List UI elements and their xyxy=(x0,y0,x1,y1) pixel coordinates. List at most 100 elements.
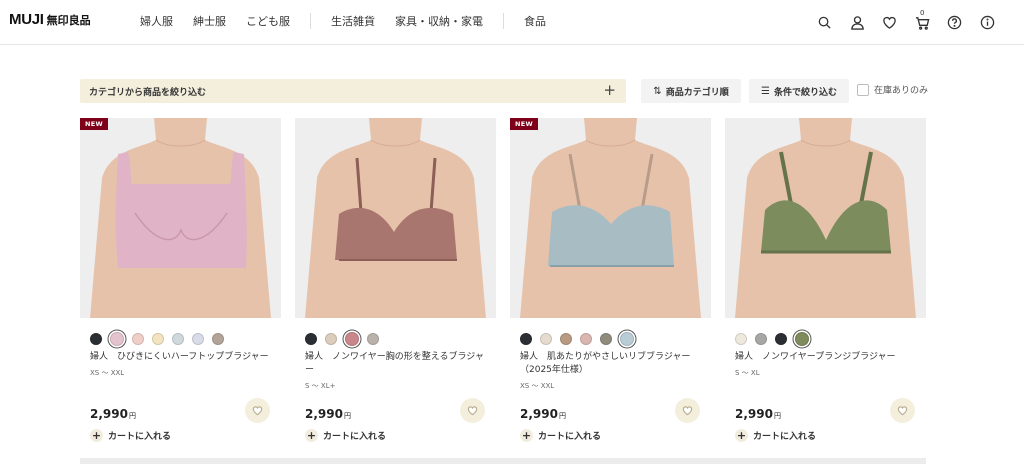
new-badge: NEW xyxy=(80,118,108,130)
color-swatch[interactable] xyxy=(325,333,337,345)
nav-item-food[interactable]: 食品 xyxy=(524,13,546,29)
color-swatch[interactable] xyxy=(735,333,747,345)
color-swatch[interactable] xyxy=(775,333,787,345)
in-stock-label: 在庫ありのみ xyxy=(874,86,929,96)
product-name[interactable]: 婦人 ノンワイヤープランジブラジャー xyxy=(735,351,917,364)
nav-item-household[interactable]: 生活雑貨 xyxy=(331,13,375,29)
next-row-edge xyxy=(80,458,926,464)
favorite-heart-icon[interactable] xyxy=(460,398,485,423)
sort-button[interactable]: ⇅ 商品カテゴリ順 xyxy=(641,79,741,103)
product-name[interactable]: 婦人 肌あたりがやさしいリブブラジャー（2025年仕様） xyxy=(520,351,702,377)
plus-icon: + xyxy=(520,429,533,442)
add-to-cart-label: カートに入れる xyxy=(323,432,387,442)
color-swatch[interactable] xyxy=(305,333,317,345)
price-yen: 円 xyxy=(343,412,351,420)
favorite-heart-icon[interactable] xyxy=(890,398,915,423)
product-card[interactable]: 婦人 ノンワイヤー胸の形を整えるブラジャー S 〜 XL+ 2,990円 + カー… xyxy=(295,118,496,464)
color-swatch[interactable] xyxy=(540,333,552,345)
product-card[interactable]: 婦人 ノンワイヤープランジブラジャー S 〜 XL 2,990円 + カートに入れ… xyxy=(725,118,926,464)
favorite-heart-icon[interactable] xyxy=(880,12,900,32)
favorite-heart-icon[interactable] xyxy=(245,398,270,423)
add-to-cart-label: カートに入れる xyxy=(108,432,172,442)
plus-icon: + xyxy=(90,429,103,442)
product-name[interactable]: 婦人 ノンワイヤー胸の形を整えるブラジャー xyxy=(305,351,487,377)
product-image[interactable] xyxy=(725,118,926,318)
nav-divider xyxy=(503,13,504,29)
product-image[interactable] xyxy=(80,118,281,318)
category-filter-bar[interactable]: カテゴリから商品を絞り込む + xyxy=(80,79,626,103)
add-to-cart-label: カートに入れる xyxy=(538,432,602,442)
color-swatch[interactable] xyxy=(560,333,572,345)
color-swatch[interactable] xyxy=(600,333,612,345)
condition-filter-button[interactable]: ☰ 条件で絞り込む xyxy=(749,79,849,103)
add-to-cart-button[interactable]: + カートに入れる xyxy=(520,429,601,442)
color-swatch[interactable] xyxy=(620,332,634,346)
nav-item-kids[interactable]: こども服 xyxy=(246,13,290,29)
in-stock-only-toggle[interactable]: 在庫ありのみ xyxy=(857,83,928,96)
product-size-range: XS 〜 XXL xyxy=(520,382,555,390)
new-badge: NEW xyxy=(510,118,538,130)
sort-button-label: 商品カテゴリ順 xyxy=(665,87,729,98)
color-swatch[interactable] xyxy=(580,333,592,345)
help-icon[interactable] xyxy=(945,12,965,32)
color-swatches xyxy=(735,332,817,346)
header-icons: 0 xyxy=(802,9,997,32)
muji-logo[interactable]: MUJI 無印良品 xyxy=(9,11,91,28)
plus-icon: + xyxy=(735,429,748,442)
price-value: 2,990 xyxy=(305,407,343,421)
price-value: 2,990 xyxy=(90,407,128,421)
add-to-cart-label: カートに入れる xyxy=(753,432,817,442)
product-card[interactable]: NEW 婦人 肌あたりがやさしいリブブラジャー（2025年仕様） XS 〜 XX… xyxy=(510,118,711,464)
color-swatch[interactable] xyxy=(795,332,809,346)
add-to-cart-button[interactable]: + カートに入れる xyxy=(90,429,171,442)
product-size-range: S 〜 XL+ xyxy=(305,382,336,390)
product-image[interactable] xyxy=(295,118,496,318)
logo-kanji: 無印良品 xyxy=(46,14,91,27)
cart-icon[interactable]: 0 xyxy=(912,9,932,32)
color-swatch[interactable] xyxy=(152,333,164,345)
color-swatch[interactable] xyxy=(192,333,204,345)
plus-icon: + xyxy=(603,81,616,99)
color-swatches xyxy=(305,332,387,346)
info-icon[interactable] xyxy=(977,12,997,32)
product-size-range: S 〜 XL xyxy=(735,369,760,377)
product-image[interactable] xyxy=(510,118,711,318)
search-icon[interactable] xyxy=(815,12,835,32)
price-yen: 円 xyxy=(773,412,781,420)
nav-item-mens[interactable]: 紳士服 xyxy=(193,13,226,29)
color-swatch[interactable] xyxy=(755,333,767,345)
product-price: 2,990円 xyxy=(735,407,781,421)
color-swatch[interactable] xyxy=(345,332,359,346)
category-filter-label: カテゴリから商品を絞り込む xyxy=(89,88,207,98)
favorite-heart-icon[interactable] xyxy=(675,398,700,423)
color-swatch[interactable] xyxy=(90,333,102,345)
add-to-cart-button[interactable]: + カートに入れる xyxy=(305,429,386,442)
nav-divider xyxy=(310,13,311,29)
nav-item-furniture[interactable]: 家具・収納・家電 xyxy=(395,13,483,29)
color-swatches xyxy=(520,332,642,346)
condition-filter-label: 条件で絞り込む xyxy=(773,87,837,98)
product-price: 2,990円 xyxy=(305,407,351,421)
add-to-cart-button[interactable]: + カートに入れる xyxy=(735,429,816,442)
color-swatch[interactable] xyxy=(520,333,532,345)
category-nav: 婦人服 紳士服 こども服 生活雑貨 家具・収納・家電 食品 xyxy=(140,13,566,29)
product-name[interactable]: 婦人 ひびきにくいハーフトップブラジャー xyxy=(90,351,272,364)
account-icon[interactable] xyxy=(847,12,867,32)
price-value: 2,990 xyxy=(735,407,773,421)
nav-item-womens[interactable]: 婦人服 xyxy=(140,13,173,29)
sort-icon: ⇅ xyxy=(653,85,662,97)
color-swatches xyxy=(90,332,232,346)
product-price: 2,990円 xyxy=(90,407,136,421)
in-stock-checkbox[interactable] xyxy=(857,83,869,96)
color-swatch[interactable] xyxy=(212,333,224,345)
color-swatch[interactable] xyxy=(172,333,184,345)
product-price: 2,990円 xyxy=(520,407,566,421)
price-yen: 円 xyxy=(558,412,566,420)
color-swatch[interactable] xyxy=(367,333,379,345)
color-swatch[interactable] xyxy=(110,332,124,346)
color-swatch[interactable] xyxy=(132,333,144,345)
product-card[interactable]: NEW 婦人 ひびきにくいハーフトップブラジャー XS 〜 XXL 2,990円… xyxy=(80,118,281,464)
site-header: MUJI 無印良品 婦人服 紳士服 こども服 生活雑貨 家具・収納・家電 食品 … xyxy=(0,0,1024,45)
product-size-range: XS 〜 XXL xyxy=(90,369,125,377)
price-value: 2,990 xyxy=(520,407,558,421)
